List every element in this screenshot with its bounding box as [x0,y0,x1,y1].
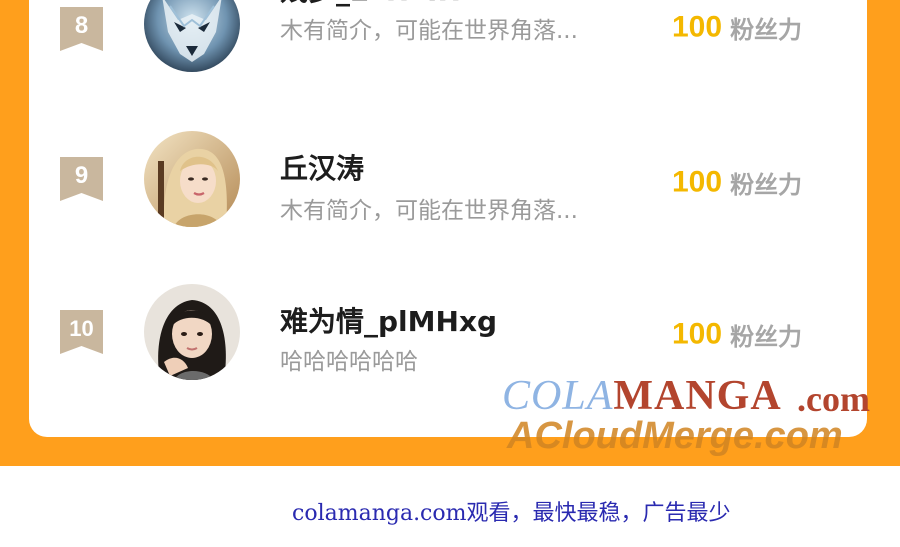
watermark-manga-text: MANGA [613,373,782,419]
user-bio: 木有简介，可能在世界角落... [280,198,578,224]
rank-badge: 9 [60,157,103,201]
rank-badge: 8 [60,7,103,51]
fan-power: 100 粉丝力 [672,10,802,45]
page: 8 木有简介，可能在世界角落... 100 粉丝力 9 丘汉涛 木有简介，可能在… [0,0,900,547]
user-bio: 木有简介，可能在世界角落... [280,18,578,44]
acloudmerge-watermark: ACloudMerge.com [507,415,843,457]
girl-portrait-avatar-icon [144,284,240,380]
fan-power-value: 100 [672,317,723,351]
watermark-dotcom-text: .com [797,379,870,419]
rank-number: 8 [74,12,89,39]
user-avatar[interactable] [144,284,240,380]
fan-power: 100 粉丝力 [672,317,802,352]
user-bio: 哈哈哈哈哈哈 [280,349,418,375]
user-name[interactable]: 难为情_plMHxg [280,300,497,340]
colamanga-watermark: COLAMANGA [502,372,782,420]
user-name[interactable]: 残梦_2zHLIH [280,0,461,9]
user-avatar[interactable] [144,131,240,227]
fan-power: 100 粉丝力 [672,165,802,200]
ranking-row[interactable]: 9 丘汉涛 木有简介，可能在世界角落... 100 粉丝力 [29,130,867,260]
fan-power-label: 粉丝力 [730,323,803,351]
ranking-row[interactable]: 8 木有简介，可能在世界角落... 100 粉丝力 [29,0,867,103]
woman-portrait-avatar-icon [144,131,240,227]
wolf-avatar-icon [144,0,240,72]
fan-power-value: 100 [672,10,723,44]
user-name[interactable]: 丘汉涛 [280,147,364,187]
rank-number: 10 [69,316,94,341]
rank-number: 9 [74,162,89,189]
rank-badge: 10 [60,310,103,354]
user-avatar[interactable] [144,0,240,72]
fan-power-value: 100 [672,165,723,199]
footer-notice[interactable]: colamanga.com观看，最快最稳，广告最少 [292,495,731,527]
fan-power-label: 粉丝力 [730,16,803,44]
fan-power-label: 粉丝力 [730,171,803,199]
watermark-cola-text: COLA [502,373,614,419]
